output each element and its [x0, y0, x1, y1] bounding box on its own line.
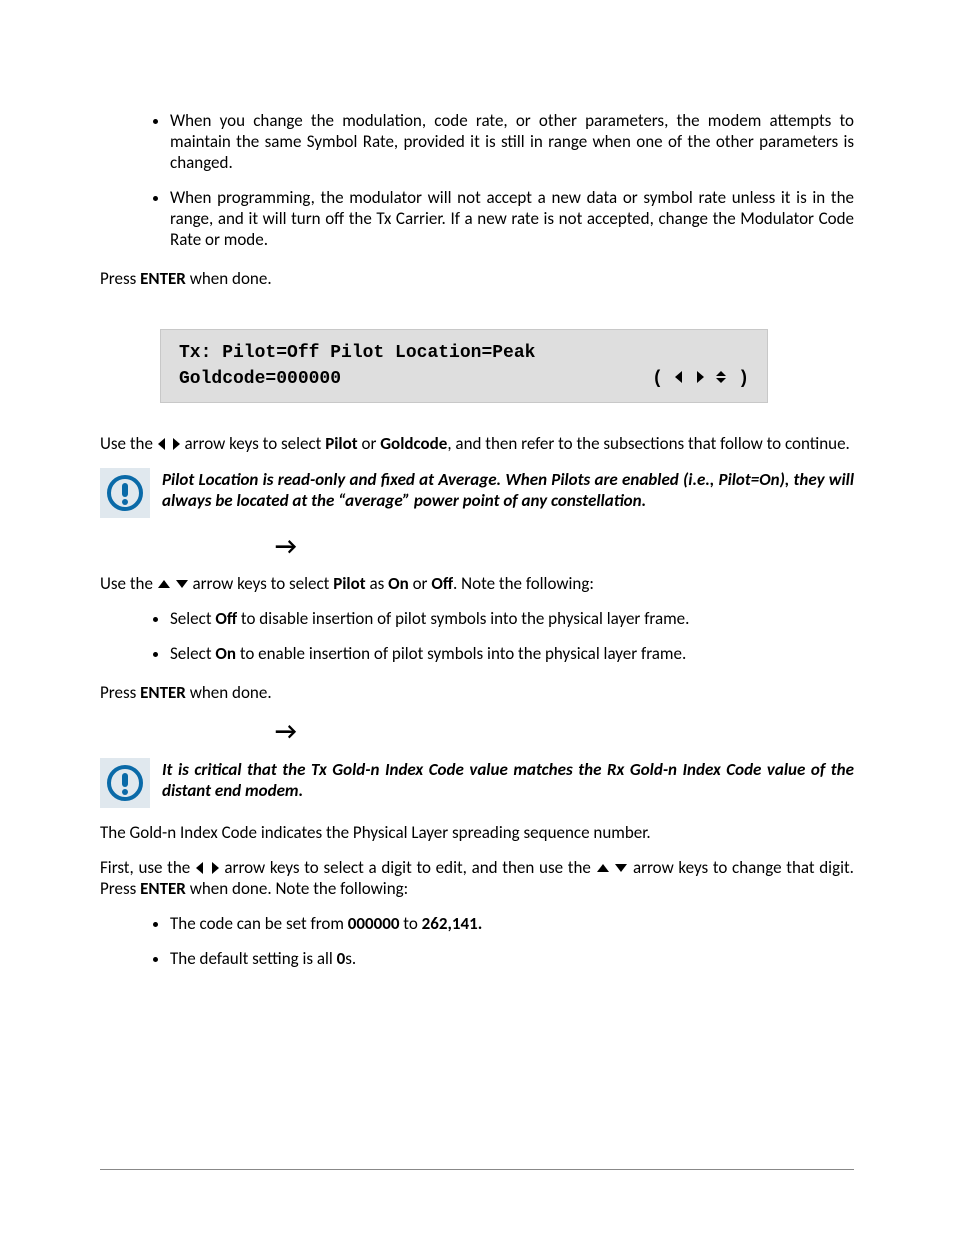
ud-arrow-icons: [157, 573, 189, 594]
off-label: Off: [215, 608, 237, 629]
enter-key: ENTER: [140, 878, 186, 899]
note-text: It is critical that the Tx Gold-n Index …: [162, 758, 854, 801]
up-arrow-icon: [596, 861, 610, 875]
text: Select: [170, 608, 215, 629]
lcd-line-2: Goldcode=000000 ( ): [179, 366, 749, 392]
footer-rule: [100, 1169, 854, 1170]
on-label: On: [215, 643, 236, 664]
press-enter-line: Press ENTER when done.: [100, 268, 854, 289]
on-label: On: [388, 573, 409, 594]
down-arrow-icon: [614, 861, 628, 875]
right-arrow-icon: [695, 370, 705, 384]
text: as: [366, 573, 388, 594]
text: The code can be set from: [170, 913, 348, 934]
top-bullet-list: When you change the modulation, code rat…: [100, 110, 854, 250]
text: when done. Note the following:: [186, 878, 408, 899]
paren-close: ): [738, 369, 749, 389]
text: or: [358, 433, 381, 454]
range-max: 262,141.: [422, 913, 483, 934]
lcd-display-box: Tx: Pilot=Off Pilot Location=Peak Goldco…: [160, 329, 768, 403]
text: Use the: [100, 433, 157, 454]
left-arrow-icon: [157, 437, 167, 451]
text: . Note the following:: [453, 573, 594, 594]
goldcode-label: Goldcode: [380, 433, 447, 454]
list-item: When programming, the modulator will not…: [170, 187, 854, 250]
text: Press: [100, 682, 140, 703]
right-arrow-icon: [210, 861, 220, 875]
default-digit: 0: [337, 948, 346, 969]
range-min: 000000: [348, 913, 400, 934]
text: Use the: [100, 573, 157, 594]
paren-open: (: [652, 369, 663, 389]
ud-arrow-icons: [596, 857, 629, 878]
gold-desc: The Gold-n Index Code indicates the Phys…: [100, 822, 854, 843]
alert-icon: [100, 468, 150, 518]
right-arrow-divider: →: [275, 717, 854, 746]
text: to disable insertion of pilot symbols in…: [237, 608, 689, 629]
left-arrow-icon: [674, 370, 684, 384]
text: The default setting is all: [170, 948, 337, 969]
goldcode-value: Goldcode=000000: [179, 366, 341, 392]
up-arrow-icon: [157, 577, 171, 591]
use-lr-arrows-text: Use the arrow keys to select Pilot or Go…: [100, 433, 854, 454]
alert-icon: [100, 758, 150, 808]
text: First, use the: [100, 857, 195, 878]
text: arrow keys to select: [181, 433, 326, 454]
text: when done.: [186, 268, 272, 289]
lcd-line-1: Tx: Pilot=Off Pilot Location=Peak: [179, 340, 749, 366]
text: or: [409, 573, 432, 594]
updown-arrow-icon: [715, 370, 727, 384]
list-item: The code can be set from 000000 to 262,1…: [170, 913, 854, 934]
list-item: Select Off to disable insertion of pilot…: [170, 608, 854, 629]
nav-arrows-hint: ( ): [652, 366, 749, 392]
note-text: Pilot Location is read-only and fixed at…: [162, 468, 854, 511]
text: s.: [345, 948, 356, 969]
pilot-label: Pilot: [333, 573, 365, 594]
pilot-label: Pilot: [325, 433, 357, 454]
gold-range-list: The code can be set from 000000 to 262,1…: [100, 913, 854, 969]
text: Press: [100, 268, 140, 289]
list-item: Select On to enable insertion of pilot s…: [170, 643, 854, 664]
lr-arrow-icons: [195, 857, 220, 878]
right-arrow-icon: [171, 437, 181, 451]
press-enter-line: Press ENTER when done.: [100, 682, 854, 703]
enter-key: ENTER: [140, 268, 186, 289]
right-arrow-divider: →: [275, 532, 854, 561]
text: when done.: [186, 682, 272, 703]
enter-key: ENTER: [140, 682, 186, 703]
text: to enable insertion of pilot symbols int…: [236, 643, 686, 664]
text: arrow keys to select a digit to edit, an…: [220, 857, 596, 878]
text: Select: [170, 643, 215, 664]
document-page: When you change the modulation, code rat…: [0, 0, 954, 1220]
text: to: [399, 913, 421, 934]
list-item: The default setting is all 0s.: [170, 948, 854, 969]
text: , and then refer to the subsections that…: [447, 433, 850, 454]
pilot-options-list: Select Off to disable insertion of pilot…: [100, 608, 854, 664]
list-item: When you change the modulation, code rat…: [170, 110, 854, 173]
gold-edit-instructions: First, use the arrow keys to select a di…: [100, 857, 854, 899]
off-label: Off: [431, 573, 453, 594]
left-arrow-icon: [195, 861, 205, 875]
down-arrow-icon: [175, 577, 189, 591]
text: arrow keys to select: [189, 573, 334, 594]
lr-arrow-icons: [157, 433, 181, 454]
use-ud-arrows-text: Use the arrow keys to select Pilot as On…: [100, 573, 854, 594]
note-callout: It is critical that the Tx Gold-n Index …: [100, 758, 854, 808]
note-callout: Pilot Location is read-only and fixed at…: [100, 468, 854, 518]
